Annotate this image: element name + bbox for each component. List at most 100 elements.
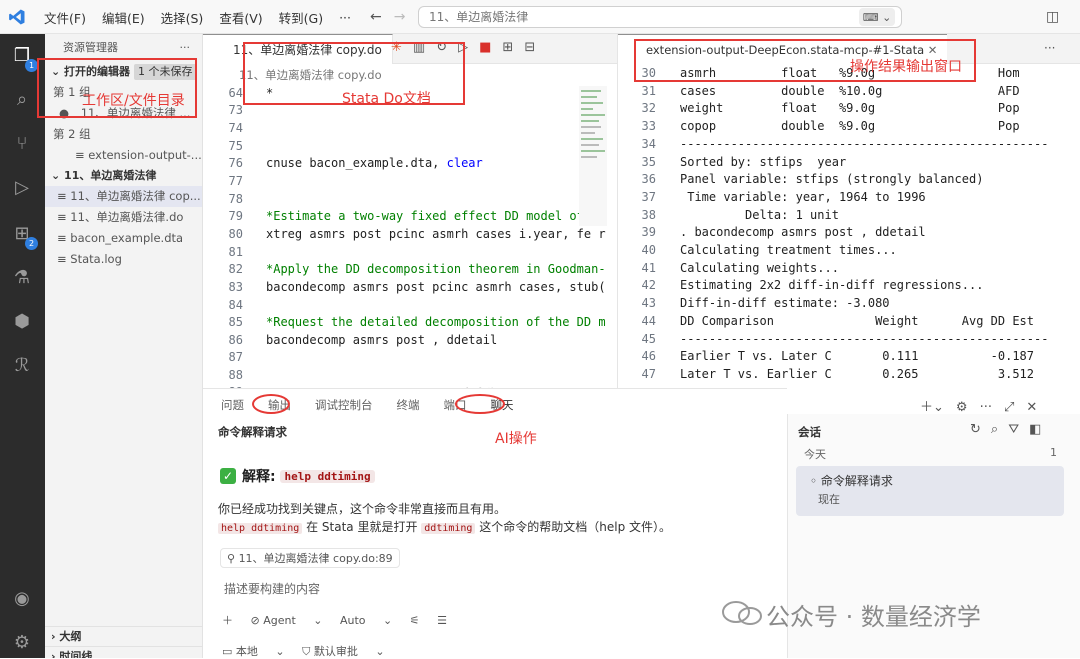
editor-tab[interactable]: 11、单边离婚法律 copy.do (203, 34, 393, 64)
file-item[interactable]: ≡ 11、单边离婚法律.do (45, 207, 202, 228)
editor-toolbar: ✳ ▥ ↻ ▷ ■ ⊞ ⊟ (391, 40, 546, 55)
tab-ports[interactable]: 端口 (444, 397, 467, 413)
settings-gear-icon[interactable]: ⚙ (10, 631, 34, 655)
code-line: Panel variable: stfips (strongly balance… (680, 172, 984, 187)
tab-chat[interactable]: 聊天 (491, 397, 514, 413)
menu-file[interactable]: 文件(F) (36, 8, 94, 27)
approval-selector[interactable]: ⛉ 默认审批 ⌄ (302, 645, 384, 658)
file-item[interactable]: ≡ 11、单边离婚法律 cop... (45, 186, 202, 207)
sessions-title: 会话 (798, 425, 821, 439)
workspace-annotation-label: 工作区/文件目录 (82, 93, 185, 109)
tab-output[interactable]: 输出 (268, 397, 291, 413)
breadcrumb[interactable]: 11、单边离婚法律 copy.do (203, 64, 617, 86)
r-extension-icon[interactable]: ℛ (10, 354, 34, 378)
model-selector[interactable]: Auto ⌄ (340, 614, 392, 627)
testing-icon[interactable]: ⚗ (10, 266, 34, 290)
file-item[interactable]: ≡ Stata.log (45, 249, 202, 270)
code-line: * (266, 86, 274, 100)
tools-icon[interactable]: ⚟ (410, 614, 420, 627)
line-number: 34 (641, 136, 656, 151)
line-number: 42 (641, 278, 656, 293)
menu-edit[interactable]: 编辑(E) (94, 8, 153, 27)
back-arrow-icon[interactable]: ← (370, 9, 382, 25)
menu-bar: 文件(F) 编辑(E) 选择(S) 查看(V) 转到(G) ··· (36, 0, 359, 34)
folder-section[interactable]: ⌄ 11、单边离婚法律 (45, 166, 202, 186)
close-icon[interactable]: ✕ (928, 43, 938, 57)
line-number: 76 (228, 156, 243, 170)
split-editor-icon[interactable]: ⊟ (524, 40, 535, 55)
chart-icon[interactable]: ▥ (413, 40, 425, 55)
grid-icon[interactable]: ⊞ (502, 40, 513, 55)
search-icon[interactable]: ⌕ (10, 88, 34, 112)
sessions-actions: ↻ ⌕ ⛛ ◧ (970, 422, 1051, 437)
run-icon[interactable]: ▷ (458, 40, 468, 55)
toggle-icon[interactable]: ◧ (1029, 422, 1041, 437)
chat-input[interactable]: 描述要构建的内容 (224, 580, 320, 597)
location-selector[interactable]: ▭ 本地 ⌄ (222, 645, 285, 658)
outline-section[interactable]: › 大纲 (45, 626, 202, 646)
panel-actions: ＋⌄ ⚙ ··· ⤢ ✕ (920, 396, 1049, 415)
menu-more[interactable]: ··· (331, 10, 359, 25)
menu-go[interactable]: 转到(G) (271, 8, 331, 27)
line-number: 46 (641, 349, 656, 364)
session-item[interactable]: ◦ 命令解释请求 现在 (796, 466, 1064, 516)
sessions-count: 1 (1050, 446, 1057, 459)
sparkle-icon[interactable]: ✳ (391, 40, 402, 55)
format-icon[interactable]: ☰ (437, 614, 447, 627)
source-control-icon[interactable]: ⑂ (10, 132, 34, 156)
more-actions-icon[interactable]: ··· (1044, 41, 1055, 55)
tab-debug-console[interactable]: 调试控制台 (315, 397, 373, 413)
search-icon[interactable]: ⌕ (991, 422, 998, 437)
maximize-icon[interactable]: ⤢ (1004, 400, 1014, 415)
more-icon[interactable]: ··· (980, 400, 992, 415)
minimap[interactable] (579, 86, 607, 226)
menu-select[interactable]: 选择(S) (153, 8, 212, 27)
activity-bar: ❐ 1 ⌕ ⑂ ▷ ⊞ 2 ⚗ ⬢ ℛ ◉ ⚙ (0, 34, 45, 658)
line-number: 81 (228, 245, 243, 259)
layout-toggle-icon[interactable]: ◫ (1046, 9, 1059, 25)
line-number: 82 (228, 262, 243, 276)
run-debug-icon[interactable]: ▷ (10, 176, 34, 200)
more-icon[interactable]: ··· (180, 34, 191, 62)
code-line: ----------------------------------------… (680, 136, 1049, 151)
command-center-search[interactable]: 11、单边离婚法律 ⌨ ⌄ (418, 6, 902, 28)
ai-annotation-label: AI操作 (495, 431, 537, 447)
line-number: 87 (228, 350, 243, 364)
stata-extension-icon[interactable]: ⬢ (10, 310, 34, 334)
line-number: 64 (228, 86, 243, 100)
tab-terminal[interactable]: 终端 (397, 397, 420, 413)
line-number: 41 (641, 260, 656, 275)
line-number: 40 (641, 243, 656, 257)
tab-problems[interactable]: 问题 (221, 397, 244, 413)
wechat-logo-icon (722, 601, 762, 625)
code-line: *Estimate a two-way fixed effect DD mode… (266, 209, 606, 223)
add-context-icon[interactable]: ＋ (222, 614, 233, 627)
filter-icon[interactable]: ⛛ (1008, 422, 1019, 437)
context-attachment[interactable]: ⚲ 11、单边离婚法律 copy.do:89 (220, 548, 400, 568)
code-line: bacondecomp asmrs post , ddetail (266, 333, 498, 347)
add-icon[interactable]: ＋⌄ (920, 400, 944, 415)
chat-toggle-icon[interactable]: ⌨ ⌄ (859, 8, 895, 26)
open-editors-section[interactable]: ⌄ 打开的编辑器 1 个未保存 (45, 62, 202, 82)
mode-selector[interactable]: ⊘ Agent ⌄ (251, 614, 323, 627)
gear-icon[interactable]: ⚙ (956, 400, 968, 415)
file-item[interactable]: ≡ bacon_example.dta (45, 228, 202, 249)
line-number: 44 (641, 313, 656, 328)
chat-title: 命令解释请求 (218, 425, 287, 439)
timeline-section[interactable]: › 时间线 (45, 646, 202, 658)
explorer-icon[interactable]: ❐ 1 (10, 44, 38, 72)
code-line: cases double %10.0g AFD (680, 83, 1020, 98)
close-panel-icon[interactable]: ✕ (1026, 400, 1037, 415)
stop-icon[interactable]: ■ (479, 40, 491, 55)
account-icon[interactable]: ◉ (10, 587, 34, 611)
forward-arrow-icon[interactable]: → (394, 9, 406, 25)
extensions-icon[interactable]: ⊞ 2 (10, 222, 38, 250)
open-editor-item[interactable]: ≡ extension-output-... (45, 145, 202, 166)
line-number: 31 (641, 83, 656, 98)
refresh-icon[interactable]: ↻ (970, 422, 981, 437)
group-2-label: 第 2 组 (53, 127, 91, 141)
code-line: Earlier T vs. Later C 0.111 -0.187 (680, 349, 1035, 364)
menu-view[interactable]: 查看(V) (211, 8, 270, 27)
code-line: bacondecomp asmrs post pcinc asmrh cases… (266, 280, 606, 294)
refresh-icon[interactable]: ↻ (436, 40, 447, 55)
